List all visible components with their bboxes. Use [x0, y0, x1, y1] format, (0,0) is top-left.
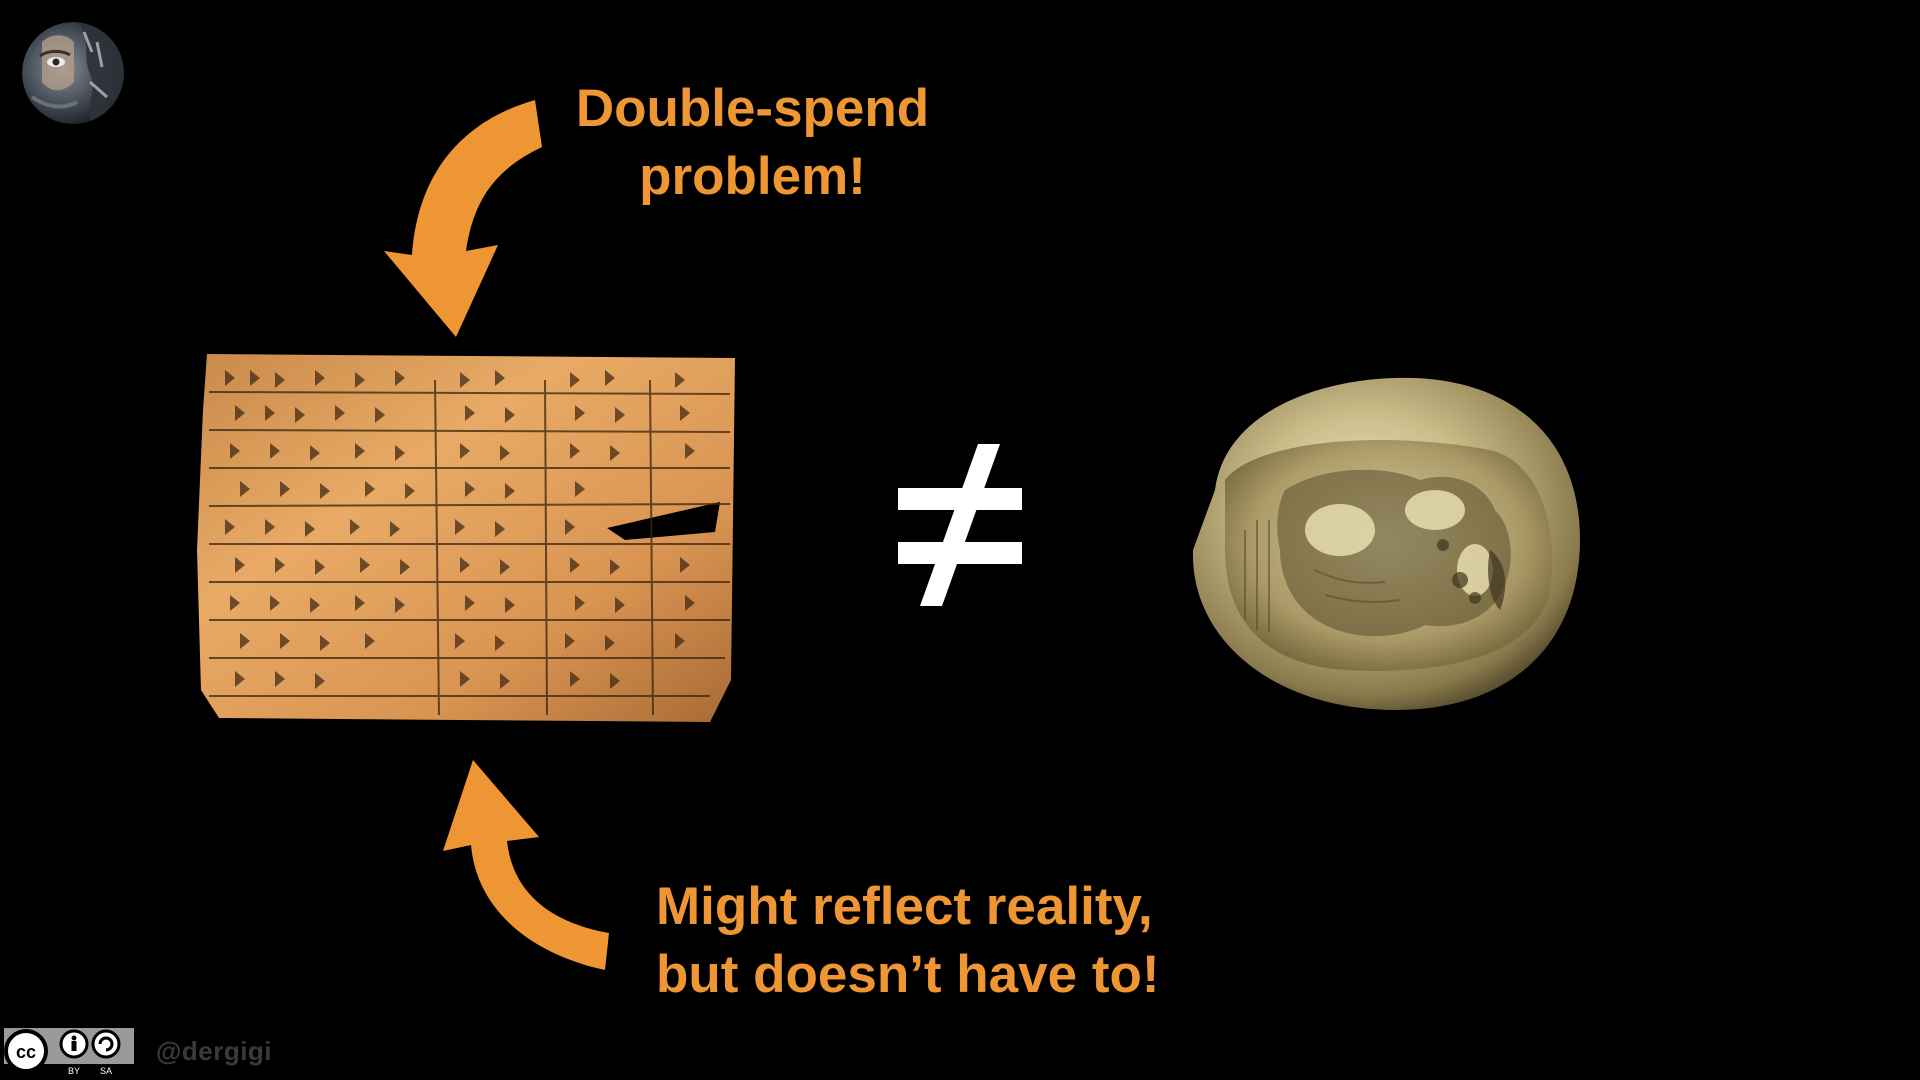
- svg-text:cc: cc: [16, 1042, 36, 1062]
- cuneiform-tablet-image: [195, 350, 740, 725]
- lion-head-coin-image: [1185, 370, 1585, 715]
- curved-arrow-down-icon: [370, 95, 550, 340]
- callout-bottom-line-2: but doesn’t have to!: [656, 945, 1160, 1004]
- license-label-by: BY: [68, 1066, 80, 1076]
- portrait-avatar-icon: [22, 22, 124, 124]
- callout-reflect-reality: Might reflect reality, but doesn’t have …: [656, 873, 1160, 1009]
- callout-double-spend: Double-spend problem!: [540, 75, 965, 211]
- callout-top-line-2: problem!: [639, 147, 866, 206]
- callout-top-line-1: Double-spend: [575, 79, 930, 138]
- license-label-sa: SA: [100, 1066, 112, 1076]
- footer: cc BY SA @dergigi: [4, 1026, 272, 1076]
- curved-arrow-up-icon: [415, 755, 615, 975]
- author-handle: @dergigi: [156, 1035, 273, 1066]
- avatar: [22, 22, 124, 124]
- not-equal-sign-icon: [890, 440, 1030, 610]
- callout-bottom-line-1: Might reflect reality,: [656, 877, 1153, 936]
- creative-commons-by-sa-icon: cc BY SA: [4, 1028, 134, 1076]
